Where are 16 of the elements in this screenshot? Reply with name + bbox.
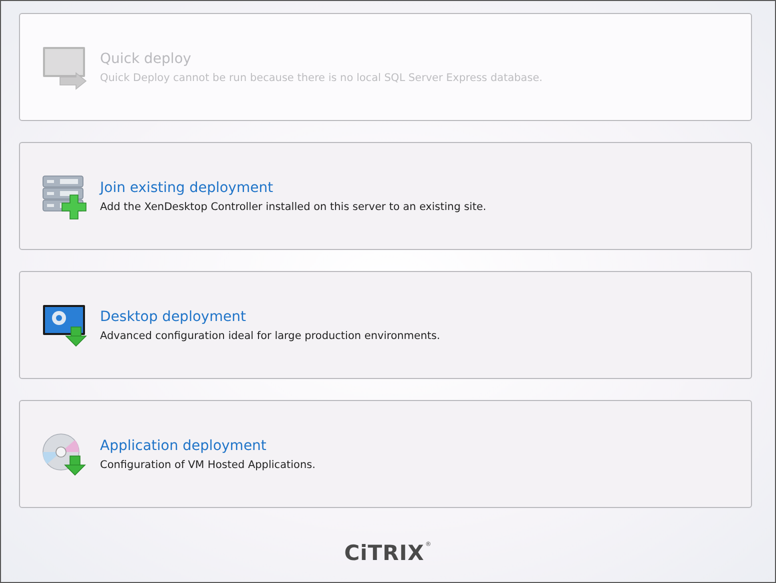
option-title: Quick deploy	[100, 51, 192, 67]
option-title: Desktop deployment	[100, 309, 247, 325]
deployment-option[interactable]: Join existing deployment Add the XenDesktop Controller installed on this server to an existing site.	[19, 142, 752, 250]
option-title: Application deployment	[100, 438, 268, 454]
monitor-arrow-icon	[42, 45, 88, 91]
option-description: Add the XenDesktop Controller installed on this server to an existing site.	[100, 201, 486, 213]
option-description: Quick Deploy cannot be run because there is no local SQL Server Express database.	[100, 72, 543, 84]
option-description: Configuration of VM Hosted Applications.	[100, 459, 316, 471]
monitor-gear-arrow-icon	[42, 303, 88, 349]
option-description: Advanced configuration ideal for large production environments.	[100, 330, 440, 342]
server-plus-icon	[42, 174, 88, 220]
citrix-logo: CiTRIX$^{®}$	[344, 540, 432, 564]
deployment-option[interactable]: Desktop deployment Advanced configuration ideal for large production environments.	[19, 271, 752, 379]
option-title: Join existing deployment	[100, 180, 274, 196]
deployment-option[interactable]: Application deployment Configuration of VM Hosted Applications.	[19, 400, 752, 508]
disc-arrow-icon	[42, 432, 88, 478]
